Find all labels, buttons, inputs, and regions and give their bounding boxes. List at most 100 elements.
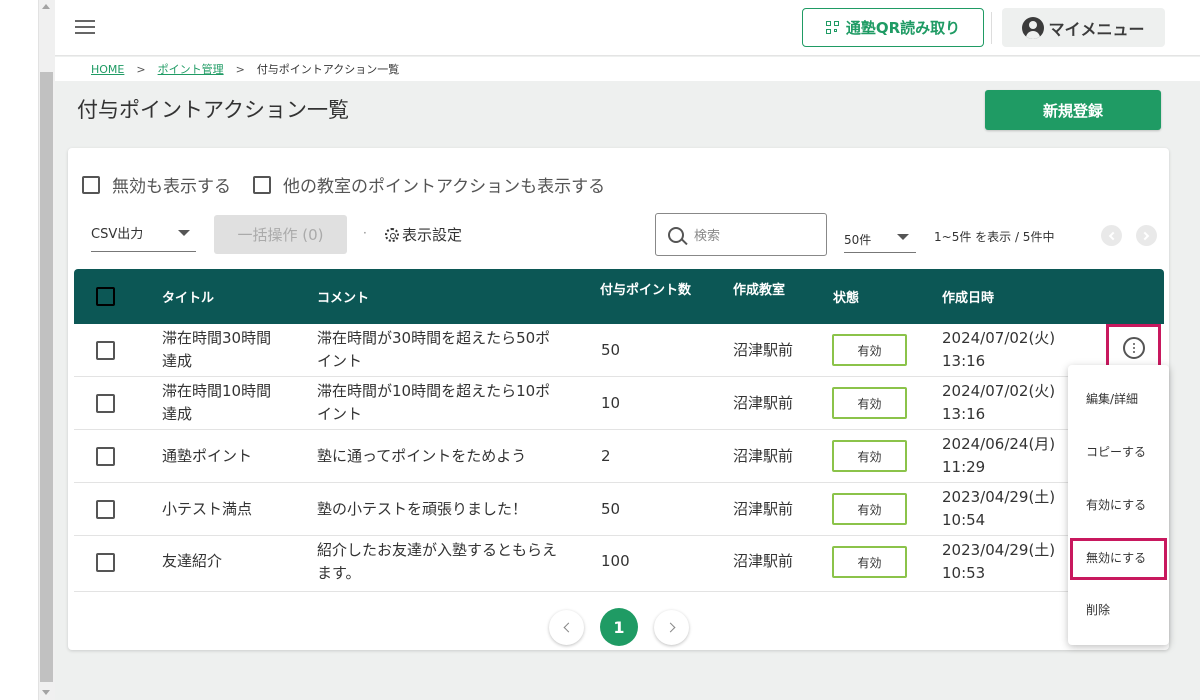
header-divider [991,12,992,44]
search-icon [668,226,684,243]
my-menu-label: マイメニュー [1048,19,1145,39]
chevron-left-icon [563,622,573,633]
display-settings-label: 表示設定 [402,226,463,244]
left-gutter [0,0,38,700]
row-classroom: 沼津駅前 [733,500,794,518]
scroll-down-arrow-icon[interactable] [42,690,50,695]
row-classroom: 沼津駅前 [733,394,794,412]
row-title: 友達紹介 [162,552,223,570]
csv-export-select[interactable]: CSV出力 [91,215,196,252]
row-points: 10 [601,394,621,412]
row-created-at: 2023/04/29(土) 10:53 [942,541,1056,582]
row-checkbox[interactable] [96,447,115,466]
pagination-prev-button[interactable] [549,610,584,645]
dropdown-caret-icon [178,230,190,236]
per-page-select[interactable]: 50件 [844,223,916,253]
show-disabled-checkbox[interactable] [82,175,100,194]
status-badge: 有効 [832,387,907,419]
show-other-classrooms-checkbox[interactable] [253,175,271,194]
toolbar-separator: · [363,226,367,240]
show-disabled-label: 無効も表示する [112,177,231,197]
row-title: 通塾ポイント [162,447,253,465]
row-created-at: 2024/06/24(月) 11:29 [942,435,1056,476]
row-points: 2 [601,447,611,465]
column-header-comment[interactable]: コメント [317,269,369,324]
filter-row: 無効も表示する 他の教室のポイントアクションも表示する [82,172,627,197]
next-page-icon[interactable] [1136,225,1157,246]
table-row[interactable]: 通塾ポイント 塾に通ってポイントをためよう 2 沼津駅前 有効 2024/06/… [74,430,1164,483]
row-points: 50 [601,500,621,518]
my-menu-button[interactable]: マイメニュー [1002,8,1165,47]
breadcrumb: HOME > ポイント管理 > 付与ポイントアクション一覧 [55,57,1200,81]
row-classroom: 沼津駅前 [733,552,794,570]
pagination-next-button[interactable] [654,610,689,645]
row-checkbox[interactable] [96,394,115,413]
row-created-at: 2023/04/29(土) 10:54 [942,488,1056,529]
row-comment: 紹介したお友達が入塾するともらえ ます。 [317,541,558,582]
row-classroom: 沼津駅前 [733,341,794,359]
row-points: 100 [601,552,630,570]
status-badge: 有効 [832,546,907,578]
scrollbar-thumb[interactable] [40,72,53,682]
table-row[interactable]: 友達紹介 紹介したお友達が入塾するともらえ ます。 100 沼津駅前 有効 202… [74,536,1164,592]
row-points: 50 [601,341,621,359]
table-header: タイトル コメント 付与ポイント数 作成教室 状態 作成日時 [74,269,1164,324]
page-title: 付与ポイントアクション一覧 [77,98,349,122]
scroll-up-arrow-icon[interactable] [42,4,50,9]
breadcrumb-point-management-link[interactable]: ポイント管理 [158,61,224,77]
display-settings-button[interactable]: 表示設定 [385,224,462,245]
row-title: 滞在時間30時間 達成 [162,329,272,370]
chevron-right-icon [665,622,675,633]
row-comment: 滞在時間が10時間を超えたら10ポ イント [317,382,551,423]
app-header: 通塾QR読み取り マイメニュー [55,0,1200,56]
row-actions-menu: 編集/詳細 コピーする 有効にする 無効にする 削除 [1068,365,1169,645]
pagination-current-page[interactable]: 1 [600,608,638,646]
table-row[interactable]: 滞在時間10時間 達成 滞在時間が10時間を超えたら10ポ イント 10 沼津駅前 … [74,377,1164,430]
row-checkbox[interactable] [96,341,115,360]
breadcrumb-current: 付与ポイントアクション一覧 [256,63,400,76]
row-checkbox[interactable] [96,500,115,519]
show-other-classrooms-filter[interactable]: 他の教室のポイントアクションも表示する [253,172,605,197]
row-created-at: 2024/07/02(火) 13:16 [942,329,1056,370]
per-page-value: 50件 [844,233,872,247]
column-header-points[interactable]: 付与ポイント数 [600,261,691,316]
search-input[interactable]: 検索 [655,213,827,256]
row-comment: 滞在時間が30時間を超えたら50ポ イント [317,329,551,370]
search-placeholder: 検索 [694,229,721,244]
row-comment: 塾に通ってポイントをためよう [317,447,527,465]
account-circle-icon [1022,16,1045,39]
table-row[interactable]: 小テスト満点 塾の小テストを頑張りました！ 50 沼津駅前 有効 2023/04… [74,483,1164,536]
column-header-title[interactable]: タイトル [162,269,214,324]
csv-export-value: CSV出力 [91,227,144,242]
row-checkbox[interactable] [96,553,115,572]
result-range-text: 1~5件 を表示 / 5件中 [934,230,1055,244]
qr-scan-button[interactable]: 通塾QR読み取り [802,8,984,47]
column-header-created-at[interactable]: 作成日時 [942,269,994,324]
menu-item-edit-detail[interactable]: 編集/詳細 [1086,390,1138,407]
prev-page-icon[interactable] [1101,225,1122,246]
menu-item-enable[interactable]: 有効にする [1086,496,1146,513]
row-classroom: 沼津駅前 [733,447,794,465]
qr-scan-label: 通塾QR読み取り [845,19,961,37]
dropdown-caret-icon [897,234,909,240]
select-all-checkbox[interactable] [96,287,115,306]
hamburger-menu-icon[interactable] [75,18,97,36]
more-vertical-icon [1122,337,1145,359]
row-created-at: 2024/07/02(火) 13:16 [942,382,1056,423]
row-title: 滞在時間10時間 達成 [162,382,272,423]
gear-icon [385,227,399,242]
menu-item-copy[interactable]: コピーする [1086,443,1146,460]
show-other-classrooms-label: 他の教室のポイントアクションも表示する [283,177,606,197]
show-disabled-filter[interactable]: 無効も表示する [82,172,231,197]
breadcrumb-home-link[interactable]: HOME [91,63,124,76]
bulk-action-button[interactable]: 一括操作 (0) [214,215,347,254]
status-badge: 有効 [832,493,907,525]
new-register-button[interactable]: 新規登録 [985,90,1161,130]
menu-item-disable-highlight [1070,538,1167,580]
table-row[interactable]: 滞在時間30時間 達成 滞在時間が30時間を超えたら50ポ イント 50 沼津駅前 … [74,324,1164,377]
breadcrumb-separator: > [235,62,245,76]
column-header-status[interactable]: 状態 [833,269,859,324]
menu-item-delete[interactable]: 削除 [1086,601,1110,618]
row-title: 小テスト満点 [162,500,253,518]
column-header-classroom[interactable]: 作成教室 [733,261,785,316]
